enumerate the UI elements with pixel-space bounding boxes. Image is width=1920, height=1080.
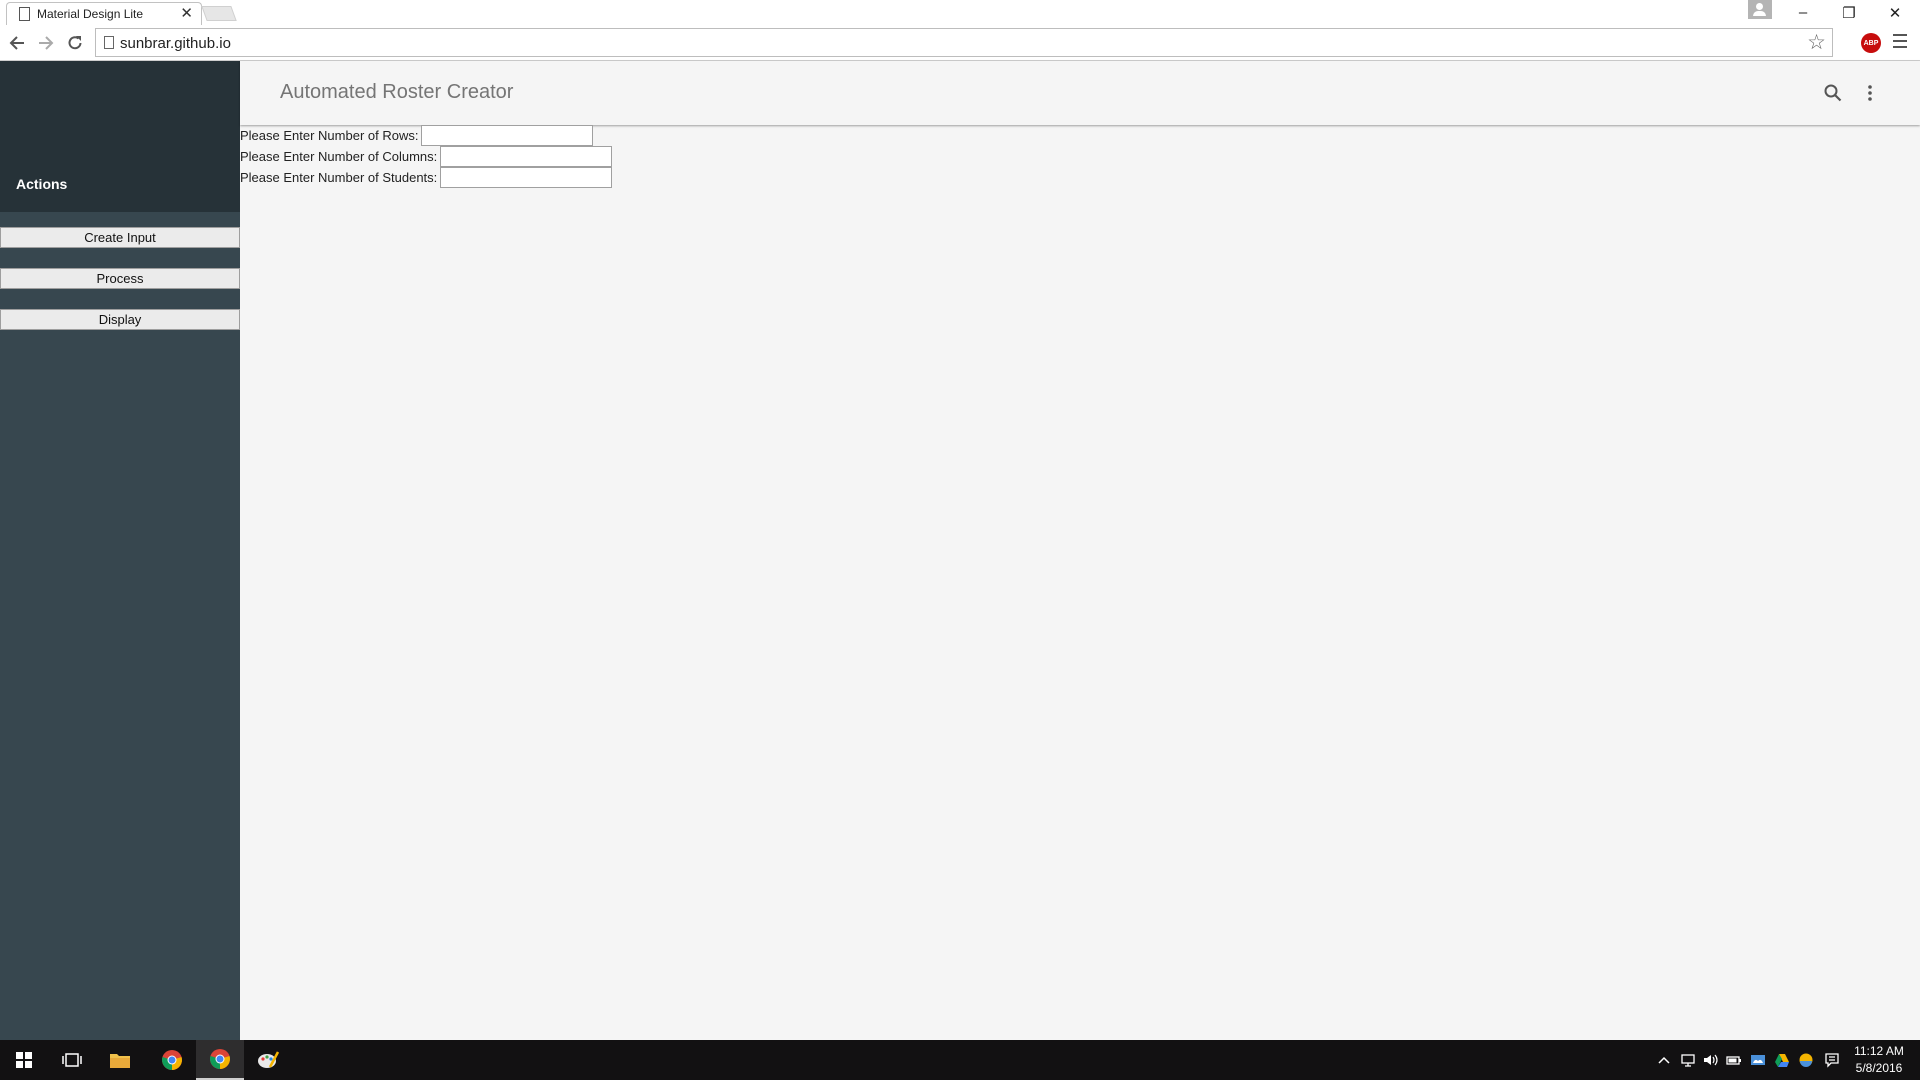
url-text: sunbrar.github.io: [120, 35, 231, 52]
browser-tab[interactable]: Material Design Lite ✕: [6, 2, 202, 25]
profile-head-icon: [1756, 3, 1763, 10]
adblock-extension-icon[interactable]: ABP: [1861, 33, 1881, 53]
new-tab-button[interactable]: [201, 6, 237, 21]
chrome-active-taskbar-button[interactable]: [196, 1040, 244, 1080]
display-button[interactable]: Display: [0, 309, 240, 330]
task-view-button[interactable]: [48, 1040, 96, 1080]
profile-avatar[interactable]: [1748, 0, 1772, 19]
columns-field-row: Please Enter Number of Columns:: [240, 146, 613, 167]
minimize-window-button[interactable]: –: [1780, 0, 1826, 25]
page-icon: [19, 7, 30, 21]
chrome-icon: [210, 1049, 230, 1069]
navigation-drawer: Actions Create Input Process Display: [0, 61, 240, 1040]
columns-input[interactable]: [440, 146, 613, 167]
page-info-icon: [104, 36, 114, 49]
students-label: Please Enter Number of Students:: [240, 170, 438, 185]
google-drive-icon[interactable]: [1774, 1052, 1790, 1068]
search-icon[interactable]: [1823, 83, 1843, 103]
close-window-button[interactable]: ✕: [1872, 0, 1918, 25]
forward-arrow-icon: [39, 36, 54, 50]
start-button[interactable]: [0, 1040, 48, 1080]
rows-field-row: Please Enter Number of Rows:: [240, 125, 594, 146]
students-input[interactable]: [440, 167, 613, 188]
paint-taskbar-button[interactable]: [244, 1040, 292, 1080]
students-field-row: Please Enter Number of Students:: [240, 167, 613, 188]
columns-label: Please Enter Number of Columns:: [240, 149, 438, 164]
reload-button[interactable]: [63, 31, 87, 55]
app-tray-icon[interactable]: [1798, 1052, 1814, 1068]
process-button[interactable]: Process: [0, 268, 240, 289]
more-vert-icon[interactable]: [1860, 83, 1880, 103]
drawer-header: Actions: [0, 61, 240, 212]
page-title: Automated Roster Creator: [280, 81, 514, 103]
tab-close-icon[interactable]: ✕: [180, 4, 193, 22]
volume-icon[interactable]: [1702, 1052, 1718, 1068]
task-view-icon: [62, 1053, 82, 1067]
reload-icon: [68, 36, 82, 50]
folder-icon: [110, 1054, 130, 1068]
network-icon[interactable]: [1680, 1052, 1696, 1068]
tab-title: Material Design Lite: [37, 7, 144, 21]
clock-date: 5/8/2016: [1855, 1061, 1903, 1075]
create-input-button[interactable]: Create Input: [0, 227, 240, 248]
drawer-title: Actions: [16, 176, 68, 192]
file-explorer-button[interactable]: [96, 1040, 144, 1080]
clock-time: 11:12 AM: [1854, 1044, 1904, 1058]
windows-taskbar: 11:12 AM 5/8/2016: [0, 1040, 1920, 1080]
back-arrow-icon: [9, 36, 24, 50]
profile-body-icon: [1753, 11, 1766, 16]
app-header: Automated Roster Creator: [240, 61, 1920, 125]
bookmark-star-icon[interactable]: ☆: [1807, 30, 1826, 55]
battery-icon[interactable]: [1726, 1052, 1742, 1068]
browser-menu-icon[interactable]: [1893, 34, 1907, 48]
paint-icon: [258, 1051, 280, 1068]
onedrive-icon[interactable]: [1750, 1052, 1766, 1068]
browser-tabstrip: Material Design Lite ✕ – ❐ ✕: [0, 0, 1920, 25]
browser-toolbar: sunbrar.github.io ☆ ABP: [0, 25, 1920, 61]
chrome-taskbar-button[interactable]: [148, 1040, 196, 1080]
rows-input[interactable]: [421, 125, 594, 146]
back-button[interactable]: [5, 31, 29, 55]
address-bar[interactable]: sunbrar.github.io ☆: [95, 28, 1833, 57]
taskbar-clock[interactable]: 11:12 AM 5/8/2016: [1848, 1043, 1910, 1077]
rows-label: Please Enter Number of Rows:: [240, 128, 419, 143]
show-hidden-icons-chevron-icon[interactable]: [1656, 1052, 1672, 1068]
windows-logo-icon: [16, 1052, 32, 1068]
chrome-icon: [162, 1050, 182, 1070]
restore-window-button[interactable]: ❐: [1826, 0, 1872, 25]
forward-button[interactable]: [34, 31, 58, 55]
action-center-icon[interactable]: [1824, 1052, 1840, 1068]
